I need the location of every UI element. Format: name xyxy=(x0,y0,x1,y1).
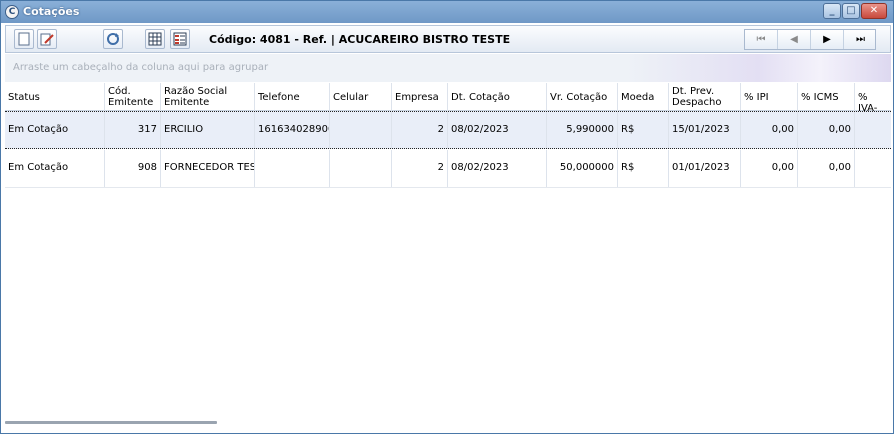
column-header-telefone[interactable]: Telefone xyxy=(255,83,330,111)
new-document-button[interactable] xyxy=(14,29,34,49)
cell-telefone: 161634028900 xyxy=(255,112,330,148)
cell-ipi: 0,00 xyxy=(741,150,798,187)
cell-cod-emitente: 908 xyxy=(105,150,161,187)
cell-moeda: R$ xyxy=(618,150,669,187)
column-header-status[interactable]: Status xyxy=(5,83,105,111)
column-header-cod-emitente[interactable]: Cód. Emitente xyxy=(105,83,161,111)
cell-dt-cotacao: 08/02/2023 xyxy=(448,112,547,148)
cotacoes-grid: Status Cód. Emitente Razão Social Emiten… xyxy=(5,83,891,430)
group-by-placeholder: Arraste um cabeçalho da coluna aqui para… xyxy=(13,62,269,73)
columns-icon xyxy=(173,32,187,46)
cell-iva xyxy=(855,112,891,148)
refresh-button[interactable] xyxy=(103,29,123,49)
cell-moeda: R$ xyxy=(618,112,669,148)
minimize-button[interactable]: _ xyxy=(823,3,841,19)
cell-status: Em Cotação xyxy=(5,150,105,187)
column-header-ipi[interactable]: % IPI xyxy=(741,83,798,111)
column-header-iva[interactable]: % IVA- xyxy=(855,83,891,111)
column-header-empresa[interactable]: Empresa xyxy=(392,83,448,111)
cell-ipi: 0,00 xyxy=(741,112,798,148)
cell-dt-prev-despacho: 15/01/2023 xyxy=(669,112,741,148)
grid-header: Status Cód. Emitente Razão Social Emiten… xyxy=(5,83,891,111)
column-header-moeda[interactable]: Moeda xyxy=(618,83,669,111)
column-header-razao-social[interactable]: Razão Social Emitente xyxy=(161,83,255,111)
horizontal-scrollbar[interactable] xyxy=(5,421,217,424)
refresh-icon xyxy=(107,33,119,45)
cell-cod-emitente: 317 xyxy=(105,112,161,148)
cell-celular xyxy=(330,112,392,148)
grid-view-icon xyxy=(148,32,162,46)
cotacoes-window: C Cotações _ □ ✕ Código: 4081 - Ref. | A… xyxy=(0,0,894,434)
cell-icms: 0,00 xyxy=(798,150,855,187)
cell-empresa: 2 xyxy=(392,150,448,187)
close-button[interactable]: ✕ xyxy=(861,3,887,19)
maximize-button[interactable]: □ xyxy=(842,3,860,19)
edit-icon xyxy=(40,33,54,46)
cell-vr-cotacao: 5,990000 xyxy=(547,112,618,148)
record-navigator: ⏮ ◀ ▶ ⏭ xyxy=(744,29,876,50)
next-record-button[interactable]: ▶ xyxy=(811,30,844,49)
cell-razao-social: ERCILIO xyxy=(161,112,255,148)
cell-dt-cotacao: 08/02/2023 xyxy=(448,150,547,187)
record-info: Código: 4081 - Ref. | ACUCAREIRO BISTRO … xyxy=(209,33,511,46)
new-document-icon xyxy=(18,32,30,46)
grid-view-button[interactable] xyxy=(145,29,165,49)
cell-razao-social: FORNECEDOR TESTE xyxy=(161,150,255,187)
window-title: Cotações xyxy=(23,5,80,18)
column-header-vr-cotacao[interactable]: Vr. Cotação xyxy=(547,83,618,111)
cell-iva xyxy=(855,150,891,187)
cell-dt-prev-despacho: 01/01/2023 xyxy=(669,150,741,187)
table-row[interactable]: Em Cotação 317 ERCILIO 161634028900 2 08… xyxy=(5,111,891,149)
column-header-icms[interactable]: % ICMS xyxy=(798,83,855,111)
cell-celular xyxy=(330,150,392,187)
edit-button[interactable] xyxy=(37,29,57,49)
app-icon: C xyxy=(5,5,19,19)
toolbar: Código: 4081 - Ref. | ACUCAREIRO BISTRO … xyxy=(5,25,891,53)
previous-record-button[interactable]: ◀ xyxy=(778,30,811,49)
last-record-button[interactable]: ⏭ xyxy=(844,30,877,49)
column-header-dt-cotacao[interactable]: Dt. Cotação xyxy=(448,83,547,111)
title-bar[interactable]: C Cotações _ □ ✕ xyxy=(1,1,893,23)
first-record-button[interactable]: ⏮ xyxy=(745,30,778,49)
cell-icms: 0,00 xyxy=(798,112,855,148)
cell-status: Em Cotação xyxy=(5,112,105,148)
table-row[interactable]: Em Cotação 908 FORNECEDOR TESTE 2 08/02/… xyxy=(5,150,891,188)
column-header-celular[interactable]: Celular xyxy=(330,83,392,111)
column-header-dt-prev-despacho[interactable]: Dt. Prev. Despacho xyxy=(669,83,741,111)
cell-telefone xyxy=(255,150,330,187)
cell-vr-cotacao: 50,000000 xyxy=(547,150,618,187)
cell-empresa: 2 xyxy=(392,112,448,148)
columns-button[interactable] xyxy=(170,29,190,49)
group-by-panel[interactable]: Arraste um cabeçalho da coluna aqui para… xyxy=(5,54,891,82)
